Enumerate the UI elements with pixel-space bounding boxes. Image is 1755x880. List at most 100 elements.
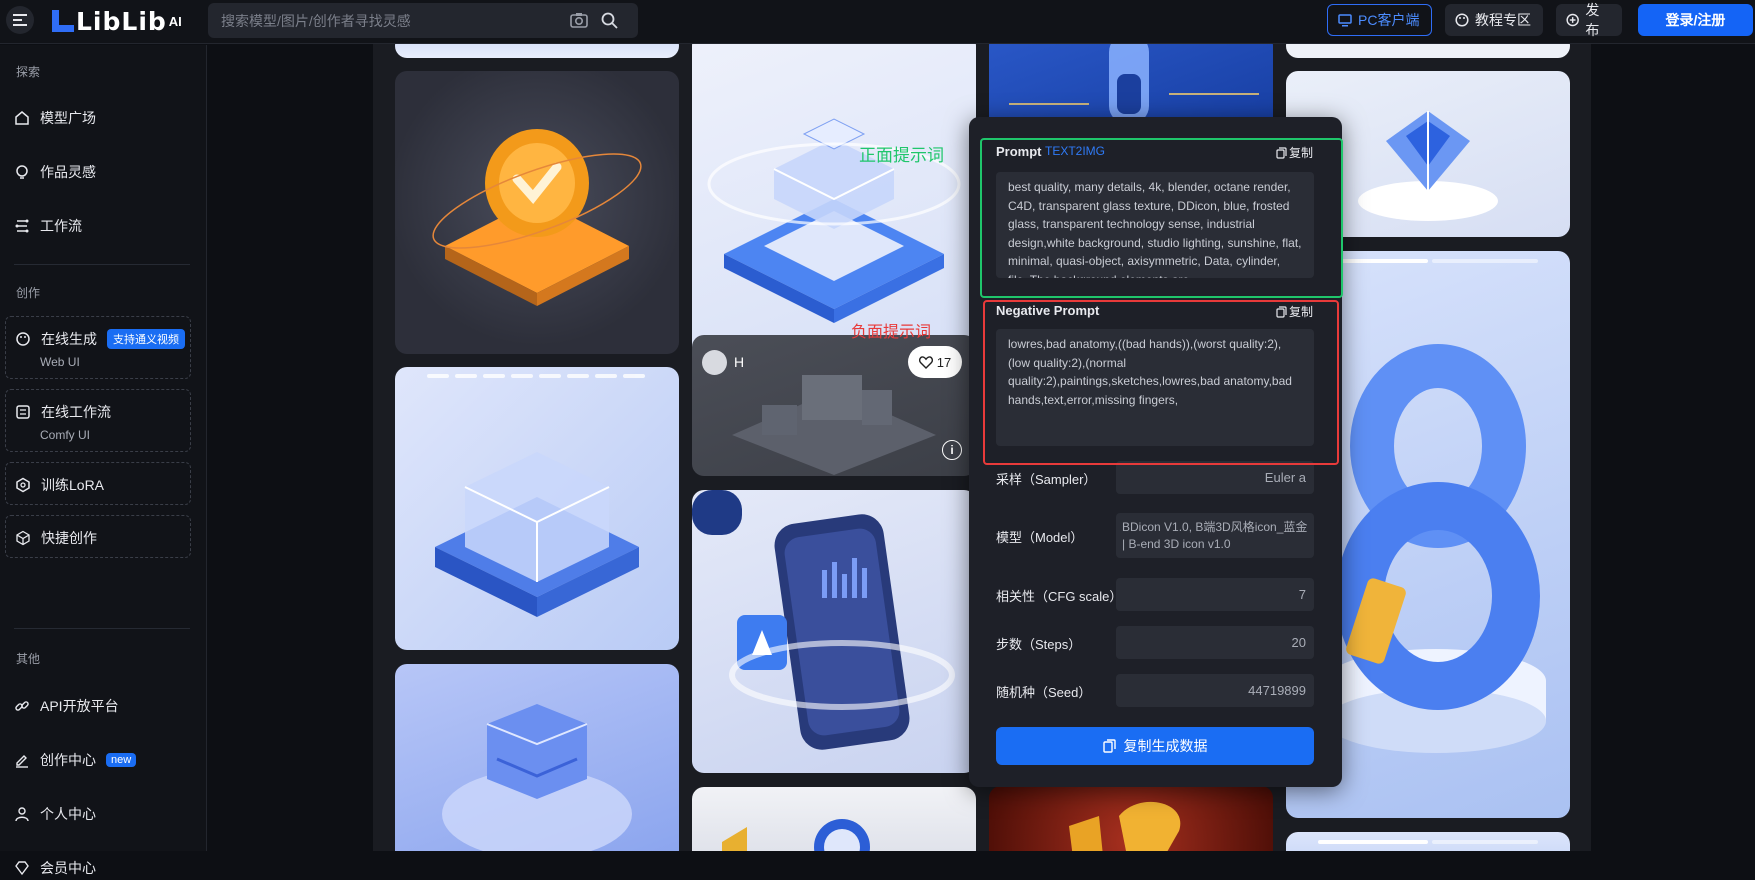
- card-artwork: [707, 118, 961, 323]
- palette-icon: [16, 332, 30, 346]
- workflow-icon: [15, 219, 29, 233]
- camera-icon[interactable]: [570, 12, 588, 33]
- author-name[interactable]: H: [734, 354, 744, 370]
- workflow-grid-icon: [16, 405, 30, 419]
- sidebar-item-online-workflow[interactable]: 在线工作流 Comfy UI: [5, 389, 191, 452]
- negative-prompt-highlight-box: [983, 300, 1339, 465]
- new-badge: new: [106, 753, 137, 767]
- sidebar-item-creator-center[interactable]: 创作中心 new: [14, 748, 137, 772]
- logo-mark-icon: [52, 10, 74, 32]
- gallery-card[interactable]: [395, 664, 679, 851]
- other-section-title: 其他: [16, 652, 41, 666]
- login-register-button[interactable]: 登录/注册: [1638, 4, 1753, 36]
- copy-generation-data-button[interactable]: 复制生成数据: [996, 727, 1314, 765]
- sidebar-item-inspiration[interactable]: 作品灵感: [14, 160, 96, 184]
- card-artwork: [722, 819, 870, 851]
- pc-client-label: PC客户端: [1358, 12, 1420, 28]
- home-icon: [15, 111, 29, 125]
- sampler-value: Euler a: [1116, 461, 1314, 494]
- explore-section-title: 探索: [16, 65, 41, 79]
- hexagon-icon: [16, 477, 30, 493]
- gallery-card[interactable]: H 17 i: [692, 335, 976, 476]
- cfg-label: 相关性（CFG scale）: [996, 589, 1123, 604]
- pc-client-button[interactable]: PC客户端: [1327, 4, 1432, 36]
- diamond-icon: [15, 861, 29, 876]
- like-count: 17: [936, 354, 952, 370]
- sidebar-item-label: 工作流: [40, 218, 82, 234]
- gallery-card[interactable]: [989, 786, 1273, 851]
- quick-create-label: 快捷创作: [41, 530, 97, 546]
- gallery-card[interactable]: [395, 44, 679, 58]
- divider: [14, 264, 190, 265]
- seed-label: 随机种（Seed）: [996, 685, 1092, 700]
- copy-generation-data-label: 复制生成数据: [1123, 738, 1208, 754]
- top-bar: LibLib AI PC客户端 教程专区 发布 登录/注册: [0, 0, 1755, 44]
- create-section-title: 创作: [16, 286, 41, 300]
- sidebar-item-label: 创作中心: [40, 752, 96, 768]
- sidebar-item-label: 模型广场: [40, 110, 96, 126]
- negative-prompt-annotation: 负面提示词: [851, 322, 932, 341]
- tutorial-label: 教程专区: [1475, 12, 1531, 28]
- card-artwork: [432, 129, 642, 306]
- sidebar-item-personal[interactable]: 个人中心: [14, 802, 96, 826]
- cfg-value: 7: [1116, 578, 1314, 611]
- sidebar-item-train-lora[interactable]: 训练LoRA: [5, 462, 191, 505]
- search-input[interactable]: [221, 12, 551, 29]
- search-icon[interactable]: [601, 12, 618, 34]
- card-artwork: [1069, 801, 1181, 851]
- menu-icon[interactable]: [6, 6, 34, 34]
- monitor-icon: [1338, 13, 1352, 26]
- video-support-badge: 支持通义视频: [107, 329, 185, 349]
- gallery-card[interactable]: [395, 71, 679, 354]
- publish-button[interactable]: 发布: [1556, 2, 1622, 38]
- gallery-card[interactable]: [692, 787, 976, 851]
- plus-circle-icon: [1566, 13, 1579, 27]
- sidebar-item-api[interactable]: API开放平台: [14, 694, 119, 718]
- cube-icon: [16, 530, 30, 546]
- info-icon[interactable]: i: [942, 440, 962, 460]
- sidebar-item-label: 作品灵感: [40, 164, 96, 180]
- avatar[interactable]: [702, 350, 727, 375]
- gallery-card[interactable]: [395, 367, 679, 650]
- positive-prompt-annotation: 正面提示词: [859, 146, 944, 166]
- tutorial-button[interactable]: 教程专区: [1445, 4, 1543, 36]
- logo-text: LibLib: [76, 6, 167, 36]
- gallery-card[interactable]: [1286, 44, 1570, 58]
- sidebar: 探索 模型广场 作品灵感 工作流 创作 在线生成 支持通义视频 Web UI 在…: [0, 45, 207, 876]
- sidebar-item-model-plaza[interactable]: 模型广场: [14, 106, 96, 130]
- sidebar-item-label: 会员中心: [40, 860, 96, 876]
- link-icon: [15, 701, 29, 711]
- online-generate-sub: Web UI: [40, 355, 80, 369]
- user-icon: [15, 807, 29, 822]
- gallery-card[interactable]: [692, 490, 976, 773]
- logo[interactable]: LibLib AI: [50, 6, 182, 36]
- model-value: BDicon V1.0, B端3D风格icon_蓝金 | B-end 3D ic…: [1116, 513, 1314, 558]
- copy-icon: [1102, 739, 1116, 753]
- card-artwork: [427, 374, 645, 617]
- sidebar-item-online-generate[interactable]: 在线生成 支持通义视频 Web UI: [5, 316, 191, 379]
- sidebar-item-quick-create[interactable]: 快捷创作: [5, 515, 191, 558]
- sidebar-item-workflow[interactable]: 工作流: [14, 214, 82, 238]
- like-button[interactable]: 17: [908, 346, 962, 378]
- heart-icon: [918, 355, 933, 369]
- bulb-icon: [16, 165, 28, 179]
- sidebar-item-label: API开放平台: [40, 698, 119, 714]
- positive-prompt-highlight-box: [980, 138, 1343, 298]
- online-workflow-sub: Comfy UI: [40, 428, 91, 442]
- publish-label: 发布: [1585, 2, 1600, 38]
- edit-icon: [16, 755, 28, 768]
- seed-value: 44719899: [1116, 674, 1314, 707]
- card-artwork: [692, 490, 955, 750]
- sampler-label: 采样（Sampler）: [996, 472, 1097, 487]
- gallery-card[interactable]: [692, 44, 976, 365]
- card-artwork: [442, 704, 632, 851]
- search-bar[interactable]: [208, 3, 638, 38]
- steps-value: 20: [1116, 626, 1314, 659]
- train-lora-label: 训练LoRA: [41, 477, 105, 493]
- logo-ai: AI: [168, 13, 182, 29]
- steps-label: 步数（Steps）: [996, 637, 1082, 652]
- sidebar-item-member[interactable]: 会员中心: [14, 856, 96, 880]
- online-generate-label: 在线生成: [41, 331, 97, 347]
- gallery-card[interactable]: [1286, 832, 1570, 851]
- divider: [14, 628, 190, 629]
